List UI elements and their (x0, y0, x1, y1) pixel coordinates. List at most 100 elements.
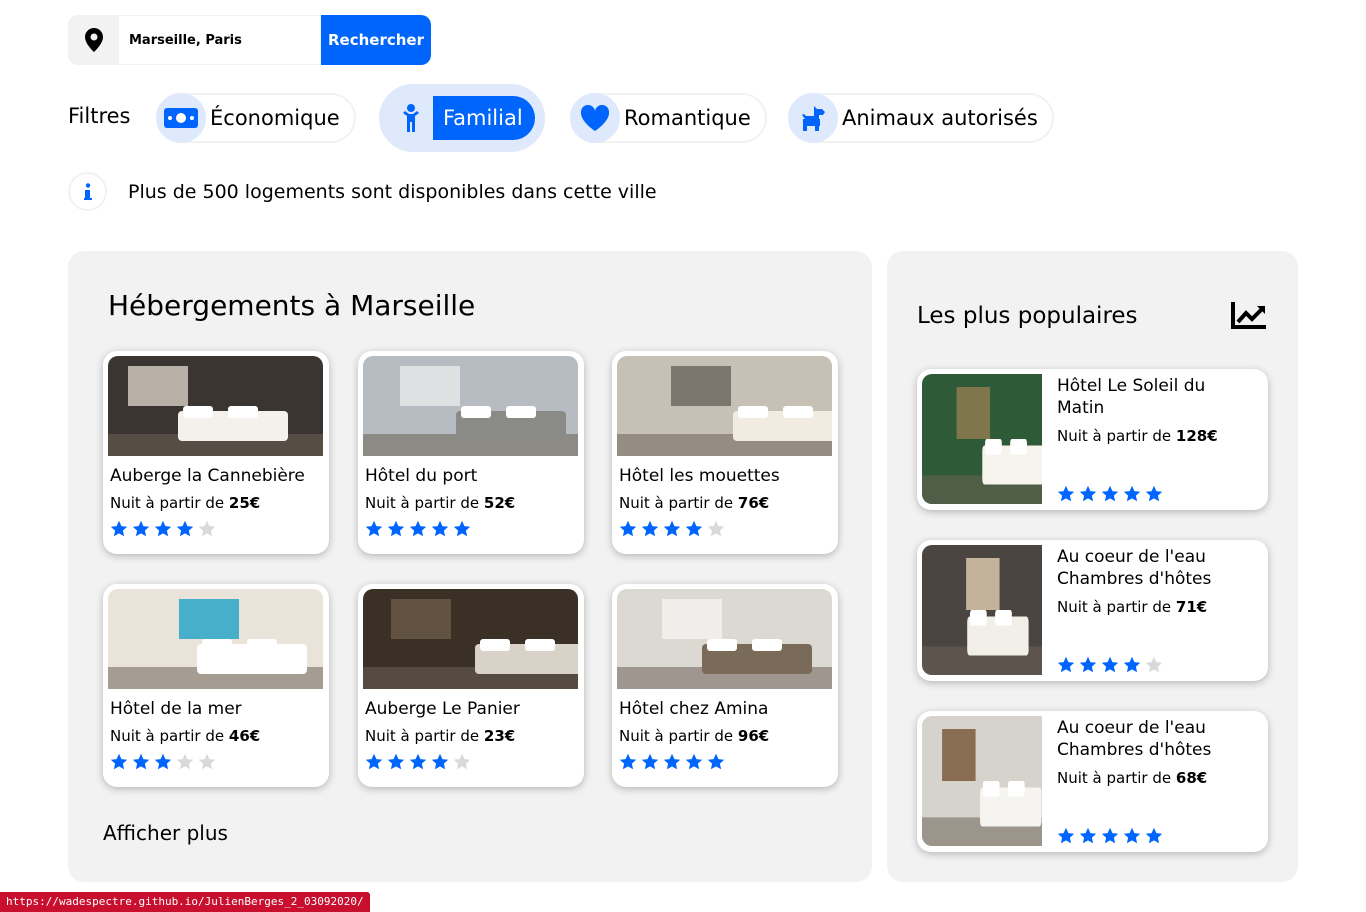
room-photo (922, 716, 1042, 846)
filter-romantique[interactable]: Romantique (570, 93, 767, 143)
star-filled-icon (663, 520, 681, 537)
accommodation-photo (363, 589, 578, 689)
price-prefix: Nuit à partir de (1057, 598, 1172, 616)
accommodation-price: Nuit à partir de 23€ (365, 727, 579, 745)
price-prefix: Nuit à partir de (365, 727, 480, 745)
room-photo (922, 374, 1042, 504)
star-empty-icon (707, 520, 725, 537)
info-text: Plus de 500 logements sont disponibles d… (128, 180, 657, 203)
rating-stars (619, 753, 833, 771)
filters-bar: Filtres Économique Familial Romantique A… (68, 84, 1068, 152)
star-filled-icon (1057, 827, 1075, 844)
star-filled-icon (132, 520, 150, 537)
info-line: Plus de 500 logements sont disponibles d… (68, 172, 657, 211)
panel-title: Hébergements à Marseille (108, 289, 476, 322)
accommodation-photo (363, 356, 578, 456)
star-filled-icon (641, 520, 659, 537)
popular-card[interactable]: Hôtel Le Soleil du Matin Nuit à partir d… (917, 369, 1268, 510)
accommodations-panel: Hébergements à Marseille Auberge la Cann… (68, 251, 872, 882)
search-input[interactable]: Marseille, Paris (119, 15, 321, 65)
popular-photo (922, 716, 1042, 846)
show-more-link[interactable]: Afficher plus (103, 821, 228, 845)
popular-name: Au coeur de l'eau Chambres d'hôtes (1057, 547, 1212, 589)
rating-stars (1057, 827, 1163, 845)
accommodation-photo (108, 356, 323, 456)
star-filled-icon (1079, 656, 1097, 673)
star-filled-icon (154, 520, 172, 537)
accommodation-card[interactable]: Auberge Le Panier Nuit à partir de 23€ (358, 584, 584, 787)
star-empty-icon (453, 753, 471, 770)
rating-stars (619, 520, 833, 538)
room-photo (108, 356, 323, 456)
filter-animaux[interactable]: Animaux autorisés (788, 93, 1054, 143)
search-button[interactable]: Rechercher (321, 15, 431, 65)
accommodation-name: Hôtel chez Amina (619, 699, 769, 719)
accommodation-name: Hôtel les mouettes (619, 466, 780, 486)
accommodation-name: Auberge la Cannebière (110, 466, 305, 486)
star-filled-icon (1123, 827, 1141, 844)
price-prefix: Nuit à partir de (110, 727, 225, 745)
star-filled-icon (685, 753, 703, 770)
accommodation-card[interactable]: Hôtel du port Nuit à partir de 52€ (358, 351, 584, 554)
star-filled-icon (431, 753, 449, 770)
star-filled-icon (1101, 827, 1119, 844)
popular-photo (922, 545, 1042, 675)
accommodation-card[interactable]: Auberge la Cannebière Nuit à partir de 2… (103, 351, 329, 554)
star-filled-icon (641, 753, 659, 770)
popular-photo (922, 374, 1042, 504)
accommodation-photo (617, 356, 832, 456)
popular-card[interactable]: Au coeur de l'eau Chambres d'hôtes Nuit … (917, 540, 1268, 681)
popular-name: Hôtel Le Soleil du Matin (1057, 376, 1206, 418)
accommodation-photo (108, 589, 323, 689)
price-value: 25€ (228, 494, 261, 512)
star-empty-icon (1145, 656, 1163, 673)
star-filled-icon (176, 520, 194, 537)
star-filled-icon (1145, 485, 1163, 502)
filter-label: Familial (433, 96, 535, 140)
trending-chart-icon (1230, 300, 1268, 334)
accommodation-name: Auberge Le Panier (365, 699, 520, 719)
star-filled-icon (409, 753, 427, 770)
accommodation-card[interactable]: Hôtel les mouettes Nuit à partir de 76€ (612, 351, 838, 554)
rating-stars (110, 753, 324, 771)
rating-stars (1057, 656, 1163, 674)
accommodation-name: Hôtel du port (365, 466, 478, 486)
search-bar: Marseille, Paris Rechercher (68, 15, 431, 65)
popular-card[interactable]: Au coeur de l'eau Chambres d'hôtes Nuit … (917, 711, 1268, 852)
star-filled-icon (619, 520, 637, 537)
rating-stars (1057, 485, 1163, 503)
price-value: 46€ (228, 727, 261, 745)
popular-panel: Les plus populaires Hôtel Le Soleil du M… (887, 251, 1298, 882)
star-filled-icon (154, 753, 172, 770)
room-photo (108, 589, 323, 689)
price-prefix: Nuit à partir de (365, 494, 480, 512)
star-filled-icon (387, 520, 405, 537)
status-url: https://wadespectre.github.io/JulienBerg… (0, 892, 370, 912)
star-filled-icon (431, 520, 449, 537)
room-photo (363, 589, 578, 689)
price-prefix: Nuit à partir de (1057, 769, 1172, 787)
popular-price: Nuit à partir de 71€ (1057, 598, 1207, 616)
star-filled-icon (365, 520, 383, 537)
rating-stars (365, 520, 579, 538)
star-filled-icon (1123, 656, 1141, 673)
accommodation-card[interactable]: Hôtel de la mer Nuit à partir de 46€ (103, 584, 329, 787)
star-filled-icon (1123, 485, 1141, 502)
star-filled-icon (110, 520, 128, 537)
accommodation-price: Nuit à partir de 25€ (110, 494, 324, 512)
star-filled-icon (1057, 485, 1075, 502)
filters-label: Filtres (68, 104, 131, 128)
star-filled-icon (1079, 827, 1097, 844)
filter-familial[interactable]: Familial (379, 84, 545, 152)
accommodation-price: Nuit à partir de 52€ (365, 494, 579, 512)
star-filled-icon (132, 753, 150, 770)
accommodation-card[interactable]: Hôtel chez Amina Nuit à partir de 96€ (612, 584, 838, 787)
rating-stars (110, 520, 324, 538)
filter-economique[interactable]: Économique (156, 93, 356, 143)
money-icon (156, 93, 206, 143)
star-filled-icon (685, 520, 703, 537)
heart-icon (570, 93, 620, 143)
child-icon (389, 93, 433, 143)
accommodation-price: Nuit à partir de 96€ (619, 727, 833, 745)
popular-title: Les plus populaires (917, 303, 1138, 329)
